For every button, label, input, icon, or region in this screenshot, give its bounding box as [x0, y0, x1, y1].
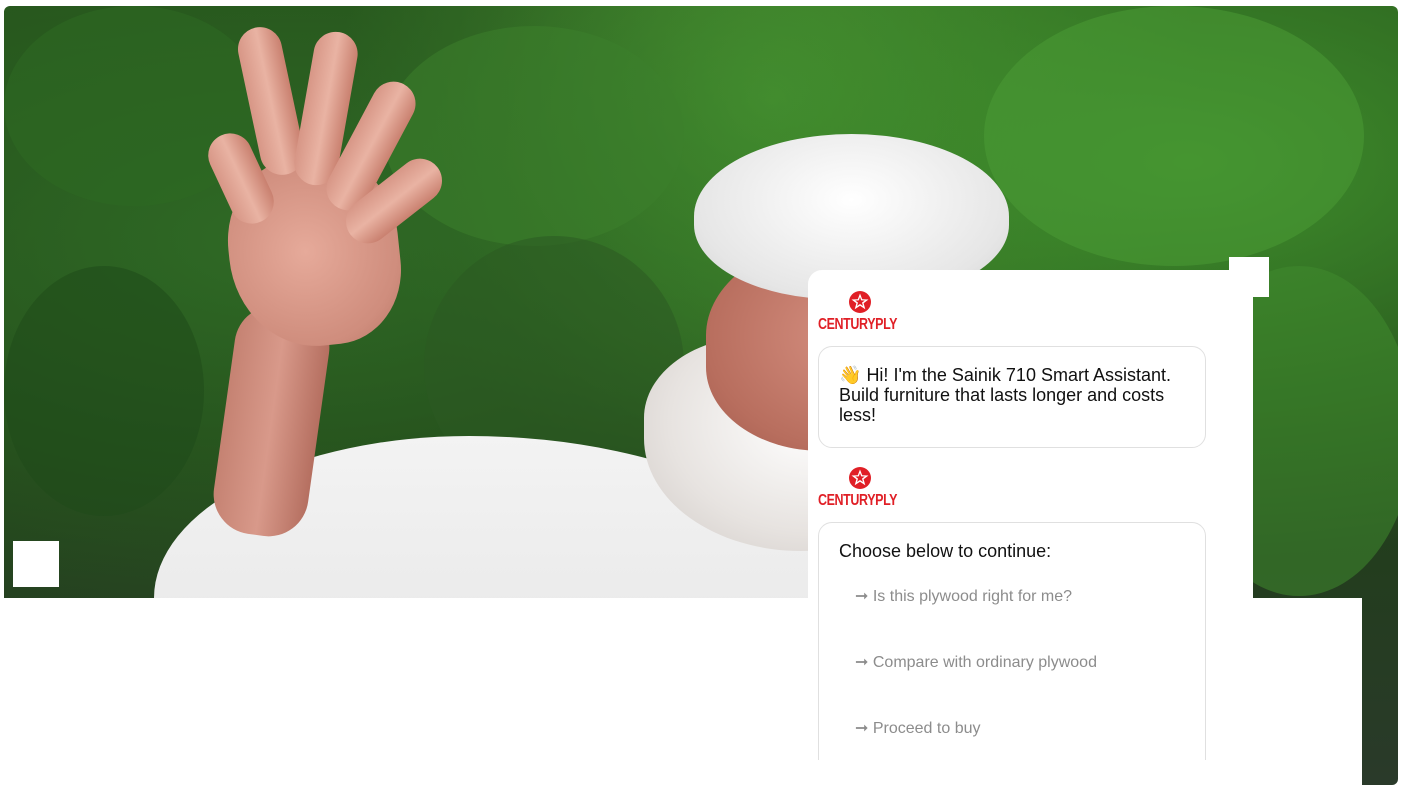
- greeting-message: 👋 Hi! I'm the Sainik 710 Smart Assistant…: [818, 346, 1206, 448]
- option-label: Proceed to buy: [872, 720, 981, 737]
- options-message: Choose below to continue: ➞ Is this plyw…: [818, 522, 1206, 760]
- logo-star-icon: [849, 467, 871, 489]
- arrow-right-icon: ➞: [855, 654, 869, 671]
- logo-text: CENTURYPLY: [818, 492, 898, 509]
- arrow-right-icon: ➞: [855, 588, 869, 605]
- option-label: Is this plywood right for me?: [872, 588, 1073, 605]
- waving-hand-icon: 👋: [839, 365, 862, 385]
- arrow-right-icon: ➞: [855, 720, 869, 737]
- option-label: Compare with ordinary plywood: [872, 654, 1097, 671]
- options-prompt: Choose below to continue:: [839, 541, 1052, 561]
- centuryply-logo: CENTURYPLY: [818, 466, 918, 512]
- option-right-for-me[interactable]: ➞ Is this plywood right for me?: [855, 587, 1072, 607]
- logo-text: CENTURYPLY: [818, 316, 898, 333]
- option-compare[interactable]: ➞ Compare with ordinary plywood: [855, 653, 1097, 673]
- chat-panel: CENTURYPLY 👋 Hi! I'm the Sainik 710 Smar…: [808, 270, 1253, 760]
- logo-star-icon: [849, 291, 871, 313]
- centuryply-logo: CENTURYPLY: [818, 290, 918, 336]
- option-proceed-to-buy[interactable]: ➞ Proceed to buy: [855, 719, 980, 739]
- greeting-text: Hi! I'm the Sainik 710 Smart Assistant. …: [839, 365, 1171, 425]
- overlay-button[interactable]: [13, 541, 59, 587]
